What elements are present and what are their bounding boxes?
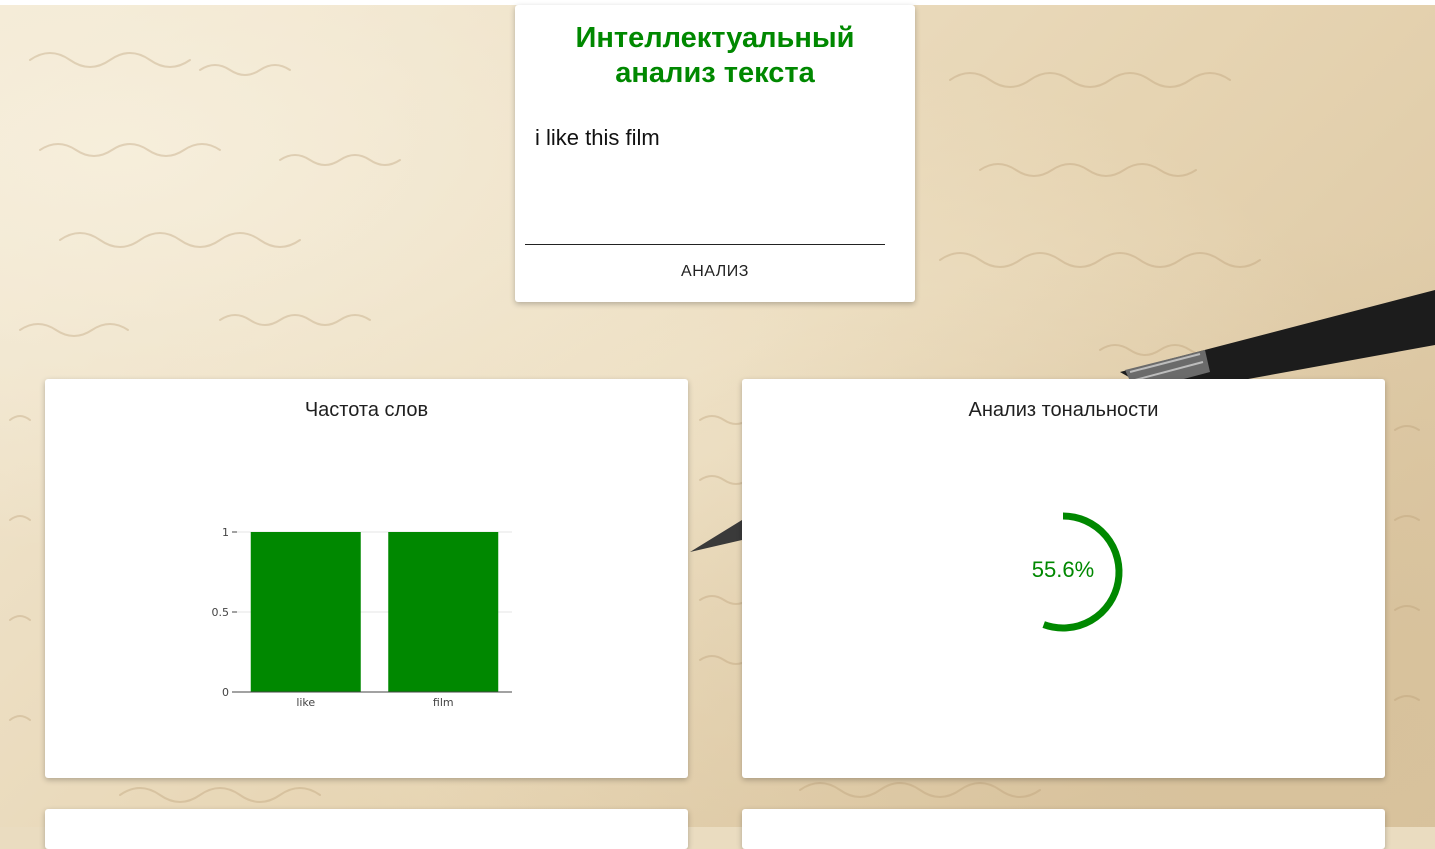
input-card: Интеллектуальный анализ текста АНАЛИЗ: [515, 5, 915, 302]
app-title: Интеллектуальный анализ текста: [515, 21, 915, 91]
lower-left-panel: [45, 809, 688, 849]
bar-film: [388, 532, 499, 692]
app-title-line-2: анализ текста: [615, 57, 815, 89]
tonality-panel: Анализ тональности 55.6%: [742, 379, 1385, 778]
text-input-underline: [525, 244, 885, 245]
analyze-button[interactable]: АНАЛИЗ: [665, 257, 765, 287]
x-tick-label: film: [433, 696, 454, 709]
word-frequency-chart: 0 0.5 1 like film: [212, 526, 512, 709]
y-tick-label: 1: [222, 526, 229, 539]
x-tick-label: like: [296, 696, 315, 709]
text-input[interactable]: [535, 124, 885, 224]
y-tick-label: 0: [222, 686, 229, 699]
word-frequency-panel: Частота слов 0 0.5 1 like film: [45, 379, 688, 778]
tonality-value: 55.6%: [1031, 557, 1095, 582]
lower-right-panel: [742, 809, 1385, 849]
bar-like: [250, 532, 361, 692]
y-tick-label: 0.5: [212, 606, 230, 619]
app-title-line-1: Интеллектуальный: [575, 22, 855, 54]
